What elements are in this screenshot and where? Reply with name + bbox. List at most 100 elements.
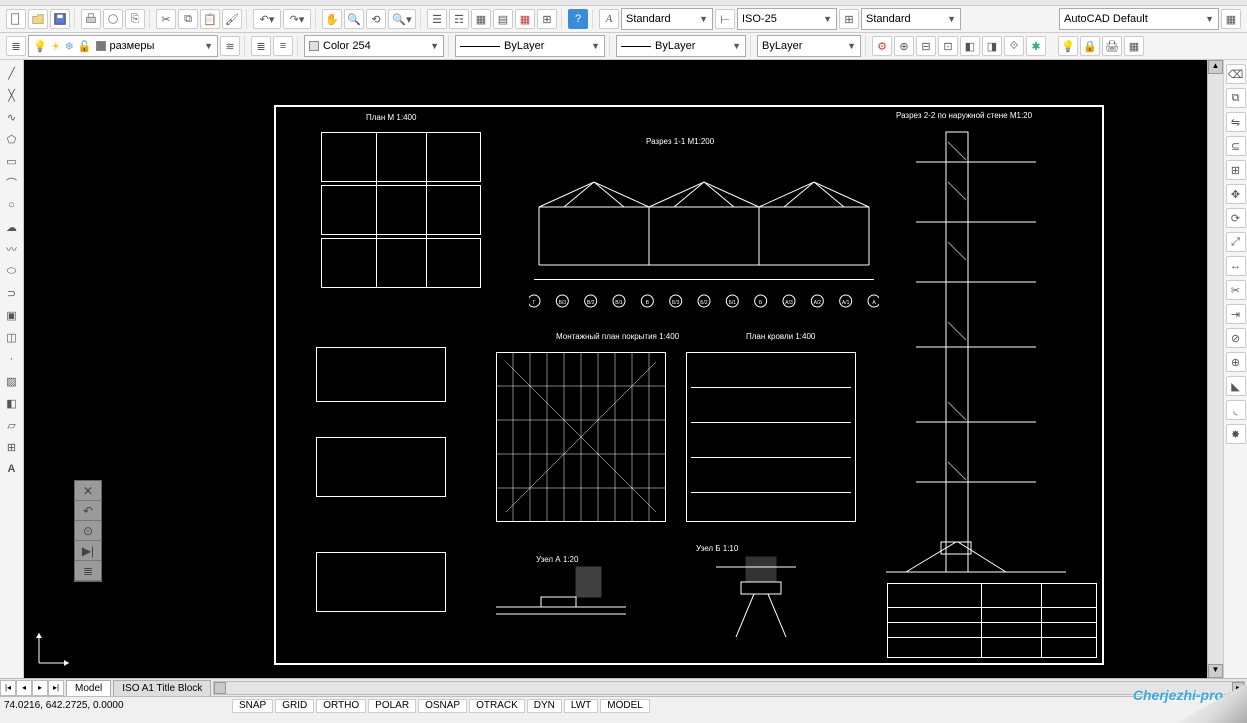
match-button[interactable]: 🖌: [222, 9, 242, 29]
zoom-rt-button[interactable]: 🔍: [344, 9, 364, 29]
tab-model[interactable]: Model: [66, 680, 111, 696]
nav-close[interactable]: ✕: [75, 481, 101, 501]
scroll-up[interactable]: ▲: [1208, 60, 1223, 74]
new-button[interactable]: [6, 9, 26, 29]
linetype-select[interactable]: ByLayer ▼: [455, 35, 605, 57]
plot-toggle[interactable]: 🖨: [1102, 36, 1122, 56]
h-scroll-thumb[interactable]: [214, 682, 226, 694]
plot-style-button[interactable]: ▦: [1221, 9, 1241, 29]
stretch-tool[interactable]: ↔: [1226, 256, 1246, 276]
tool-2[interactable]: ⊕: [894, 36, 914, 56]
tab-prev[interactable]: ◂: [16, 680, 32, 696]
ellipse-tool[interactable]: ⬭: [3, 262, 21, 280]
calc-button[interactable]: ⊞: [537, 9, 557, 29]
arc-tool[interactable]: ⌒: [3, 174, 21, 192]
text-style-select[interactable]: Standard ▼: [621, 8, 713, 30]
region-tool[interactable]: ▱: [3, 416, 21, 434]
xline-tool[interactable]: ╳: [3, 86, 21, 104]
status-toggle-lwt[interactable]: LWT: [564, 699, 598, 713]
text-style-icon[interactable]: A: [599, 9, 619, 29]
bulb-toggle[interactable]: 💡: [1058, 36, 1078, 56]
tool-6[interactable]: ◨: [982, 36, 1002, 56]
scroll-down[interactable]: ▼: [1208, 664, 1223, 678]
tool-4[interactable]: ⊡: [938, 36, 958, 56]
move-tool[interactable]: ✥: [1226, 184, 1246, 204]
pan-button[interactable]: ✋: [322, 9, 342, 29]
redo-button[interactable]: ↷▾: [283, 9, 311, 29]
nav-up[interactable]: ⊙: [75, 521, 101, 541]
tool-8[interactable]: ✱: [1026, 36, 1046, 56]
copy-tool[interactable]: ⧉: [1226, 88, 1246, 108]
revcloud-tool[interactable]: ☁: [3, 218, 21, 236]
spline-tool[interactable]: 〰: [3, 240, 21, 258]
copy-button[interactable]: ⧉: [178, 9, 198, 29]
gradient-tool[interactable]: ◧: [3, 394, 21, 412]
status-toggle-snap[interactable]: SNAP: [232, 699, 273, 713]
rotate-tool[interactable]: ⟳: [1226, 208, 1246, 228]
freeze-toggle[interactable]: ▦: [1124, 36, 1144, 56]
offset-tool[interactable]: ⊆: [1226, 136, 1246, 156]
layer-match-button[interactable]: ≋: [220, 36, 240, 56]
tool-palette-button[interactable]: ▦: [471, 9, 491, 29]
hatch-tool[interactable]: ▨: [3, 372, 21, 390]
tool-1[interactable]: ⚙: [872, 36, 892, 56]
explode-tool[interactable]: ✸: [1226, 424, 1246, 444]
status-toggle-model[interactable]: MODEL: [600, 699, 650, 713]
tool-5[interactable]: ◧: [960, 36, 980, 56]
properties-button[interactable]: ☰: [427, 9, 447, 29]
drawing-canvas[interactable]: План М 1:400 Разрез 1-1 М1:200 Разрез 2-…: [24, 60, 1223, 678]
polygon-tool[interactable]: ⬠: [3, 130, 21, 148]
mirror-tool[interactable]: ⇋: [1226, 112, 1246, 132]
design-center-button[interactable]: ☶: [449, 9, 469, 29]
plotstyle-layer-select[interactable]: ByLayer ▼: [757, 35, 861, 57]
pline-tool[interactable]: ∿: [3, 108, 21, 126]
lineweight-select[interactable]: ByLayer ▼: [616, 35, 746, 57]
status-toggle-polar[interactable]: POLAR: [368, 699, 416, 713]
tab-next[interactable]: ▸: [32, 680, 48, 696]
layer-select[interactable]: 💡 ☀ ❄ 🔓 размеры ▼: [28, 35, 218, 57]
sheet-set-button[interactable]: ▤: [493, 9, 513, 29]
nav-list[interactable]: ≣: [75, 561, 101, 581]
insert-tool[interactable]: ▣: [3, 306, 21, 324]
array-tool[interactable]: ⊞: [1226, 160, 1246, 180]
tab-layout-1[interactable]: ISO A1 Title Block: [113, 680, 211, 696]
block-tool[interactable]: ◫: [3, 328, 21, 346]
break-tool[interactable]: ⊘: [1226, 328, 1246, 348]
cut-button[interactable]: ✂: [156, 9, 176, 29]
status-toggle-grid[interactable]: GRID: [275, 699, 314, 713]
zoom-window-button[interactable]: 🔍▾: [388, 9, 416, 29]
mtext-tool[interactable]: A: [3, 460, 21, 478]
point-tool[interactable]: ·: [3, 350, 21, 368]
open-button[interactable]: [28, 9, 48, 29]
help-button[interactable]: ?: [568, 9, 588, 29]
status-toggle-ortho[interactable]: ORTHO: [316, 699, 366, 713]
erase-tool[interactable]: ⌫: [1226, 64, 1246, 84]
dim-style-select[interactable]: ISO-25 ▼: [737, 8, 837, 30]
markup-button[interactable]: ▦: [515, 9, 535, 29]
tab-last[interactable]: ▸|: [48, 680, 64, 696]
ellipse-arc-tool[interactable]: ⊃: [3, 284, 21, 302]
undo-button[interactable]: ↶▾: [253, 9, 281, 29]
save-button[interactable]: [50, 9, 70, 29]
lock-toggle[interactable]: 🔒: [1080, 36, 1100, 56]
plot-style-select[interactable]: AutoCAD Default ▼: [1059, 8, 1219, 30]
circle-tool[interactable]: ○: [3, 196, 21, 214]
layer-state-button[interactable]: ≡: [273, 36, 293, 56]
status-toggle-osnap[interactable]: OSNAP: [418, 699, 467, 713]
nav-back[interactable]: ↶: [75, 501, 101, 521]
table-style-select[interactable]: Standard ▼: [861, 8, 961, 30]
scale-tool[interactable]: ⤢: [1226, 232, 1246, 252]
tab-first[interactable]: |◂: [0, 680, 16, 696]
print-button[interactable]: [81, 9, 101, 29]
chamfer-tool[interactable]: ◣: [1226, 376, 1246, 396]
h-scrollbar[interactable]: ▸: [213, 681, 1245, 695]
publish-button[interactable]: ⎘: [125, 9, 145, 29]
table-style-icon[interactable]: ⊞: [839, 9, 859, 29]
nav-play[interactable]: ▶|: [75, 541, 101, 561]
trim-tool[interactable]: ✂: [1226, 280, 1246, 300]
status-toggle-dyn[interactable]: DYN: [527, 699, 562, 713]
fillet-tool[interactable]: ◟: [1226, 400, 1246, 420]
color-select[interactable]: Color 254 ▼: [304, 35, 444, 57]
tool-7[interactable]: ⟐: [1004, 36, 1024, 56]
zoom-prev-button[interactable]: ⟲: [366, 9, 386, 29]
